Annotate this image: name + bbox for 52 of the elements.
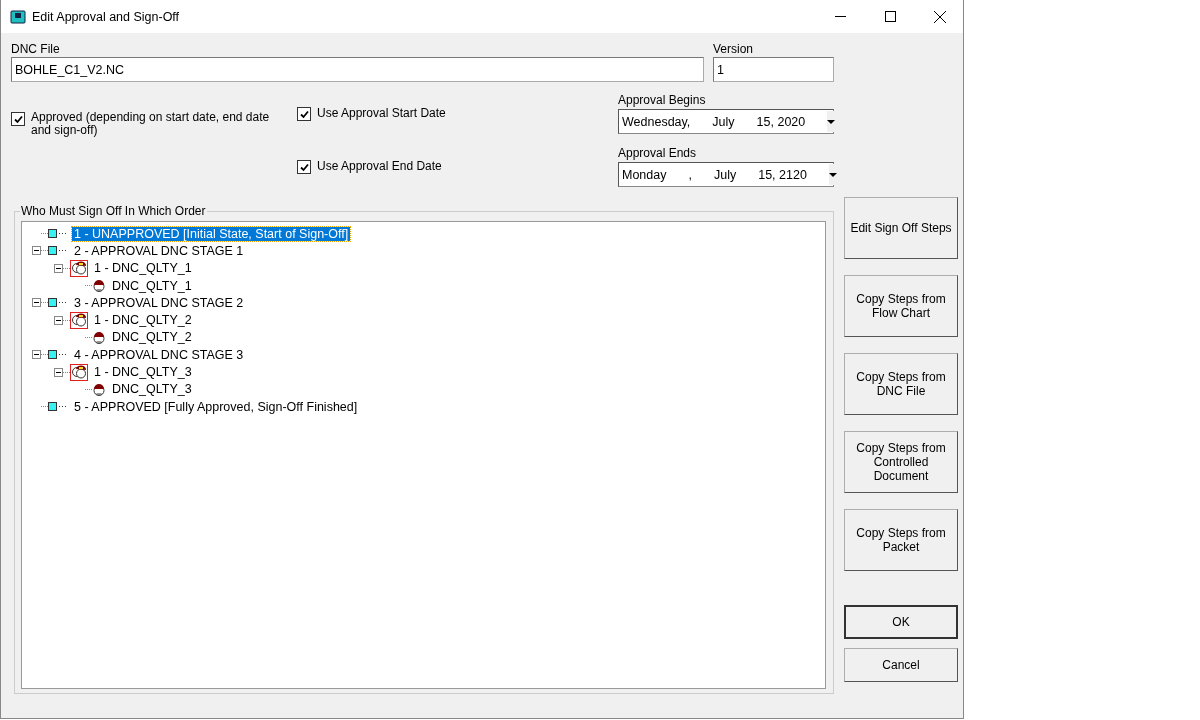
checkbox[interactable] bbox=[11, 112, 25, 126]
dialog-button[interactable]: OK bbox=[844, 605, 958, 639]
step-icon bbox=[48, 298, 68, 308]
field-label: Version bbox=[713, 42, 755, 57]
window-title: Edit Approval and Sign-Off bbox=[32, 9, 181, 24]
tree-item[interactable]: 1 - DNC_QLTY_2 bbox=[92, 313, 194, 328]
step-icon bbox=[48, 402, 68, 412]
user-icon bbox=[92, 381, 106, 397]
collapse-toggle-icon[interactable] bbox=[54, 263, 63, 273]
checkbox[interactable] bbox=[297, 107, 311, 121]
app-icon bbox=[10, 8, 26, 25]
tree-item[interactable]: 5 - APPROVED [Fully Approved, Sign-Off Finished] bbox=[72, 399, 360, 414]
tree-item[interactable]: 1 - DNC_QLTY_3 bbox=[92, 365, 194, 379]
group-icon bbox=[70, 259, 88, 277]
date-label: Approval Begins bbox=[618, 93, 707, 108]
checkbox[interactable] bbox=[297, 160, 311, 174]
action-button[interactable]: Copy Steps from Packet bbox=[844, 509, 958, 571]
input-field[interactable]: 1 bbox=[713, 57, 834, 82]
checkbox-label: Approved (depending on start date, end date and sign-off) bbox=[31, 111, 271, 137]
tree-item[interactable]: 4 - APPROVAL DNC STAGE 3 bbox=[72, 347, 246, 362]
group-title: Who Must Sign Off In Which Order bbox=[20, 204, 207, 218]
action-button[interactable]: Copy Steps from Controlled Document bbox=[844, 431, 958, 493]
collapse-toggle-icon[interactable] bbox=[54, 315, 63, 325]
tree-item[interactable]: 3 - APPROVAL DNC STAGE 2 bbox=[72, 295, 246, 310]
tree-item[interactable]: 2 - APPROVAL DNC STAGE 1 bbox=[72, 243, 246, 258]
action-button[interactable]: Copy Steps from Flow Chart bbox=[844, 275, 958, 337]
user-icon bbox=[92, 329, 106, 345]
action-button[interactable]: Edit Sign Off Steps bbox=[844, 197, 958, 259]
action-button[interactable]: Copy Steps from DNC File bbox=[844, 353, 958, 415]
collapse-toggle-icon[interactable] bbox=[32, 350, 41, 360]
tree-item[interactable]: DNC_QLTY_2 bbox=[110, 330, 194, 345]
date-label: Approval Ends bbox=[618, 146, 698, 161]
tree-item[interactable]: DNC_QLTY_3 bbox=[110, 382, 194, 397]
tree-item[interactable]: 1 - UNAPPROVED [Initial State, Start of Sign-Off] bbox=[72, 226, 351, 241]
input-field[interactable]: BOHLE_C1_V2.NC bbox=[11, 57, 704, 82]
field-label: DNC File bbox=[11, 42, 61, 57]
step-icon bbox=[48, 229, 68, 239]
collapse-toggle-icon[interactable] bbox=[32, 298, 41, 308]
checkbox-label: Use Approval End Date bbox=[317, 159, 442, 173]
group-icon bbox=[70, 311, 88, 329]
checkbox-label: Use Approval Start Date bbox=[317, 106, 446, 120]
collapse-toggle-icon[interactable] bbox=[32, 246, 41, 256]
user-icon bbox=[92, 278, 106, 294]
step-icon bbox=[48, 246, 68, 256]
group-icon bbox=[70, 363, 88, 381]
dialog-button[interactable]: Cancel bbox=[844, 648, 958, 682]
tree-item[interactable]: DNC_QLTY_1 bbox=[110, 278, 194, 293]
step-icon bbox=[48, 350, 68, 360]
date-picker[interactable]: Wednesday, July 15, 2020 bbox=[618, 109, 834, 134]
date-picker[interactable]: Monday , July 15, 2120 bbox=[618, 162, 834, 187]
collapse-toggle-icon[interactable] bbox=[54, 367, 63, 377]
tree-item[interactable]: 1 - DNC_QLTY_1 bbox=[92, 261, 194, 276]
